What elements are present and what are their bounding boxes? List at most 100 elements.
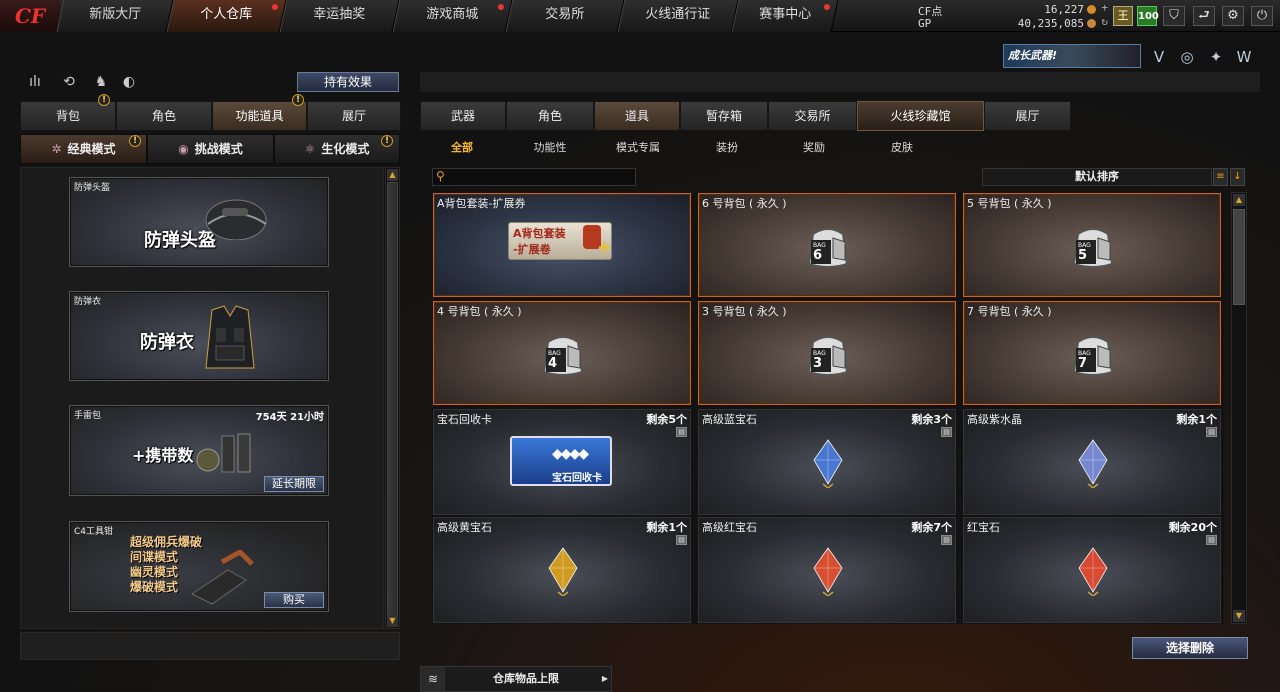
right-tab-1[interactable]: 角色 xyxy=(506,101,594,131)
c4-tool-card[interactable]: C4工具钳 超级佣兵爆破 间谍模式 幽灵模式 爆破模式 购买 xyxy=(69,521,329,612)
lock-icon[interactable]: ▤ xyxy=(1206,427,1217,437)
nav-tab-4[interactable]: 交易所 xyxy=(505,0,625,32)
item-cell[interactable]: 3 号背包 ( 永久 ) BAG 3 xyxy=(698,301,956,405)
right-tab-5[interactable]: 火线珍藏馆 xyxy=(857,101,984,131)
item-cell[interactable]: 高级紫水晶 剩余1个 ▤ xyxy=(963,409,1221,515)
nav-tab-1[interactable]: 个人仓库 xyxy=(166,0,287,32)
right-tab-2[interactable]: 道具 xyxy=(594,101,680,131)
mode-icon: ◉ xyxy=(178,142,189,156)
cf-coin-icon xyxy=(1087,5,1096,14)
mode-tab-0[interactable]: ✲ 经典模式 xyxy=(20,134,147,164)
item-cell[interactable]: 高级蓝宝石 剩余3个 ▤ xyxy=(698,409,956,515)
item-count: 剩余5个 xyxy=(646,413,687,426)
left-tab-3[interactable]: 展厅 xyxy=(307,101,401,131)
subtab-4[interactable]: 奖励 xyxy=(790,139,838,155)
buy-button[interactable]: 购买 xyxy=(264,592,324,608)
item-cell[interactable]: 红宝石 剩余20个 ▤ xyxy=(963,517,1221,623)
bag-number: 3 xyxy=(813,356,823,371)
nav-tab-label: 游戏商城 xyxy=(426,7,479,22)
scroll-down-icon[interactable]: ▼ xyxy=(387,615,398,627)
left-tab-1[interactable]: 角色 xyxy=(116,101,212,131)
card-title: 手雷包 xyxy=(74,411,102,421)
sort-order-icon[interactable]: ↓ xyxy=(1230,168,1245,186)
nav-tab-5[interactable]: 火线通行证 xyxy=(617,0,739,32)
item-cell[interactable]: A背包套装-扩展券 A背包套装 -扩展卷 + xyxy=(433,193,691,297)
item-cell[interactable]: 高级红宝石 剩余7个 ▤ xyxy=(698,517,956,623)
item-name: 高级黄宝石 xyxy=(437,521,492,534)
mouse-icon[interactable]: ◐ xyxy=(118,72,140,92)
stats-icon[interactable]: ılı xyxy=(24,72,46,92)
holding-effect-button[interactable]: 持有效果 xyxy=(297,72,399,92)
right-tab-6[interactable]: 展厅 xyxy=(984,101,1071,131)
subtab-5[interactable]: 皮肤 xyxy=(876,139,928,155)
crosshair-icon[interactable]: ✦ xyxy=(1205,46,1227,68)
scroll-thumb[interactable] xyxy=(1233,209,1245,305)
item-cell[interactable]: 7 号背包 ( 永久 ) BAG 7 xyxy=(963,301,1221,405)
item-cell[interactable]: 宝石回收卡 剩余5个 ▤ ◆◆◆◆ 宝石回收卡 xyxy=(433,409,691,515)
right-tab-0[interactable]: 武器 xyxy=(420,101,506,131)
badge-v-icon[interactable]: V xyxy=(1148,46,1170,68)
wing-icon[interactable]: W xyxy=(1233,46,1255,68)
search-input[interactable]: ⚲ xyxy=(432,168,636,186)
refresh-icon[interactable]: ⟲ xyxy=(58,72,80,92)
lock-icon[interactable]: ▤ xyxy=(676,535,687,545)
growth-weapon-banner[interactable]: 成长武器! xyxy=(1003,44,1141,68)
helmet-card[interactable]: 防弹头盔 防弹头盔 xyxy=(69,177,329,267)
character-icon[interactable]: ♞ xyxy=(90,72,112,92)
left-scrollbar[interactable]: ▲ ▼ xyxy=(385,167,400,629)
cf-plus-icon[interactable]: + xyxy=(1101,1,1108,14)
scroll-down-icon[interactable]: ▼ xyxy=(1233,610,1245,622)
level-badge: 100 xyxy=(1137,6,1159,26)
lock-icon[interactable]: ▤ xyxy=(941,427,952,437)
lock-icon[interactable]: ▤ xyxy=(941,535,952,545)
nav-tab-6[interactable]: 赛事中心 xyxy=(731,0,839,32)
select-delete-button[interactable]: 选择删除 xyxy=(1132,637,1248,659)
item-name: 高级紫水晶 xyxy=(967,413,1022,426)
grenade-pack-card[interactable]: 手雷包 754天 21小时 +携带数 延长期限 xyxy=(69,405,329,496)
scroll-up-icon[interactable]: ▲ xyxy=(387,169,398,181)
lock-icon[interactable]: ▤ xyxy=(1206,535,1217,545)
mode-tab-1[interactable]: ◉ 挑战模式 xyxy=(147,134,274,164)
nav-tab-3[interactable]: 游戏商城 xyxy=(392,0,513,32)
subtab-3[interactable]: 装扮 xyxy=(700,139,754,155)
vest-card[interactable]: 防弹衣 防弹衣 xyxy=(69,291,329,381)
power-icon[interactable]: ⏻ xyxy=(1251,6,1273,26)
item-cell[interactable]: 5 号背包 ( 永久 ) BAG 5 xyxy=(963,193,1221,297)
extend-duration-button[interactable]: 延长期限 xyxy=(264,476,324,492)
item-cell[interactable]: 4 号背包 ( 永久 ) BAG 4 xyxy=(433,301,691,405)
gear-icon[interactable]: ⚙ xyxy=(1222,6,1244,26)
scroll-up-icon[interactable]: ▲ xyxy=(1233,194,1245,206)
card-big-label: +携带数 xyxy=(132,446,194,465)
subtab-1[interactable]: 功能性 xyxy=(520,139,580,155)
right-scrollbar[interactable]: ▲ ▼ xyxy=(1231,192,1247,624)
item-name: 6 号背包 ( 永久 ) xyxy=(702,197,787,210)
right-tab-4[interactable]: 交易所 xyxy=(768,101,857,131)
alert-badge: ! xyxy=(292,94,304,106)
lock-icon[interactable]: ▤ xyxy=(676,427,687,437)
shield-icon[interactable]: ⛉ xyxy=(1163,6,1185,26)
list-view-icon[interactable]: ≡ xyxy=(1213,168,1228,186)
gp-value: 40,235,085 xyxy=(1017,17,1084,30)
right-tab-3[interactable]: 暂存箱 xyxy=(680,101,768,131)
nav-tab-2[interactable]: 幸运抽奖 xyxy=(279,0,400,32)
nav-tab-0[interactable]: 新版大厅 xyxy=(56,0,174,32)
mode-tab-label: 经典模式 xyxy=(67,142,116,156)
back-icon[interactable]: ⮐ xyxy=(1193,6,1215,26)
item-cell[interactable]: 高级黄宝石 剩余1个 ▤ xyxy=(433,517,691,623)
gp-refresh-icon[interactable]: ↻ xyxy=(1101,15,1108,28)
card-title: 防弹头盔 xyxy=(74,183,111,193)
sort-dropdown[interactable]: 默认排序 xyxy=(982,168,1212,186)
cf-logo[interactable]: CF xyxy=(0,0,60,32)
storage-limit-bar[interactable]: ≋ 仓库物品上限 ▶ xyxy=(420,666,612,692)
left-tab-2[interactable]: 功能道具 xyxy=(212,101,307,131)
item-name: 3 号背包 ( 永久 ) xyxy=(702,305,787,318)
rank-icon[interactable]: 王 xyxy=(1113,6,1133,26)
subtab-0[interactable]: 全部 xyxy=(440,139,484,155)
scroll-thumb[interactable] xyxy=(387,182,398,618)
globe-icon[interactable]: ◎ xyxy=(1176,46,1198,68)
item-cell[interactable]: 6 号背包 ( 永久 ) BAG 6 xyxy=(698,193,956,297)
card-big-label: 防弹衣 xyxy=(140,332,194,353)
item-name: 宝石回收卡 xyxy=(437,413,492,426)
chevron-right-icon: ▶ xyxy=(601,674,608,683)
subtab-2[interactable]: 模式专属 xyxy=(602,139,674,155)
